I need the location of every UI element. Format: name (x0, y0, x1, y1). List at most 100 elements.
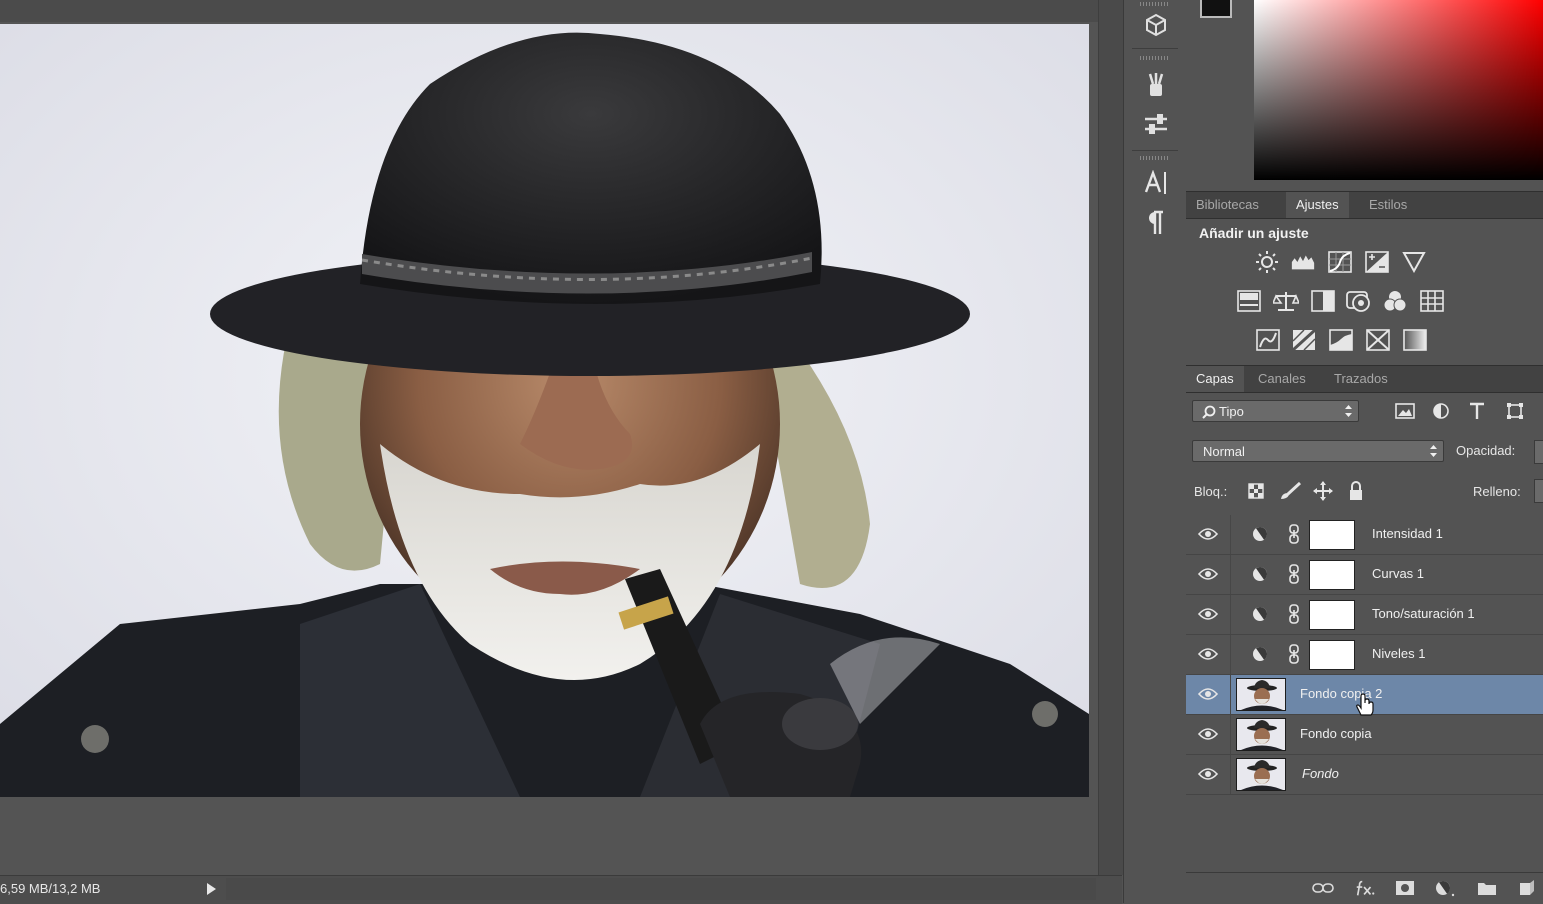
fx-icon[interactable] (1354, 879, 1376, 897)
layer-mask-thumbnail[interactable] (1309, 560, 1355, 590)
layer-divider (1230, 595, 1231, 634)
layer-row-selected[interactable]: Fondo copia 2 (1186, 675, 1543, 716)
layer-row[interactable]: Tono/saturación 1 (1186, 595, 1543, 635)
link-layers-icon[interactable] (1312, 879, 1334, 897)
layer-row[interactable]: Curvas 1 (1186, 555, 1543, 595)
fill-label: Relleno: (1473, 484, 1521, 499)
layer-mask-thumbnail[interactable] (1309, 600, 1355, 630)
layer-name[interactable]: Curvas 1 (1372, 566, 1424, 581)
blend-mode-select[interactable]: Normal (1192, 440, 1444, 462)
layer-name[interactable]: Fondo copia (1300, 726, 1372, 741)
layer-thumbnail[interactable] (1236, 678, 1286, 711)
status-bar: 6,59 MB/13,2 MB (0, 875, 1122, 904)
fill-field[interactable] (1534, 479, 1543, 503)
layer-name[interactable]: Tono/saturación 1 (1372, 606, 1475, 621)
gradient-map-icon[interactable] (1402, 328, 1428, 352)
filter-pixel-icon[interactable] (1394, 400, 1416, 422)
visibility-eye-icon[interactable] (1198, 727, 1218, 741)
hand-cursor-icon (1356, 693, 1374, 716)
dock-grip[interactable] (1140, 156, 1170, 160)
filter-shape-icon[interactable] (1504, 400, 1526, 422)
adjustment-layer-icon[interactable] (1252, 566, 1268, 582)
tab-estilos[interactable]: Estilos (1359, 192, 1417, 218)
lock-all-icon[interactable] (1345, 480, 1367, 502)
tab-capas[interactable]: Capas (1186, 366, 1244, 392)
layer-divider (1230, 635, 1231, 674)
adjustment-layer-icon[interactable] (1252, 606, 1268, 622)
color-lookup-icon[interactable] (1419, 289, 1445, 313)
visibility-eye-icon[interactable] (1198, 647, 1218, 661)
black-white-icon[interactable] (1310, 289, 1336, 313)
vibrance-icon[interactable] (1401, 250, 1427, 274)
layer-thumbnail[interactable] (1236, 718, 1286, 751)
layer-filter-row: Tipo (1186, 400, 1543, 424)
document-canvas-area[interactable] (0, 0, 1098, 875)
visibility-eye-icon[interactable] (1198, 527, 1218, 541)
tab-canales[interactable]: Canales (1248, 366, 1316, 392)
brush-presets-icon[interactable] (1140, 70, 1172, 100)
visibility-eye-icon[interactable] (1198, 687, 1218, 701)
filter-adjustment-icon[interactable] (1430, 400, 1452, 422)
dock-grip[interactable] (1140, 2, 1170, 6)
lock-paint-icon[interactable] (1280, 480, 1302, 502)
mask-link-icon[interactable] (1288, 604, 1300, 624)
levels-icon[interactable] (1290, 250, 1316, 274)
layer-name[interactable]: Fondo (1302, 766, 1339, 781)
character-icon[interactable] (1140, 168, 1172, 198)
layer-name[interactable]: Intensidad 1 (1372, 526, 1443, 541)
color-picker-field[interactable] (1254, 0, 1543, 180)
channel-mixer-icon[interactable] (1382, 289, 1408, 313)
visibility-eye-icon[interactable] (1198, 607, 1218, 621)
visibility-eye-icon[interactable] (1198, 567, 1218, 581)
lock-transparency-icon[interactable] (1245, 480, 1267, 502)
new-group-icon[interactable] (1476, 879, 1498, 897)
invert-icon[interactable] (1255, 328, 1281, 352)
adjustment-layer-icon[interactable] (1252, 646, 1268, 662)
new-layer-icon[interactable] (1516, 879, 1538, 897)
vertical-scrollbar[interactable] (1098, 0, 1123, 875)
foreground-color-swatch[interactable] (1200, 0, 1232, 18)
photo-filter-icon[interactable] (1346, 289, 1372, 313)
3d-icon[interactable] (1140, 10, 1172, 40)
selective-color-icon[interactable] (1365, 328, 1391, 352)
layer-row[interactable]: Fondo copia (1186, 715, 1543, 755)
document-image[interactable] (0, 24, 1089, 797)
status-menu-arrow-icon[interactable] (207, 883, 216, 895)
mask-link-icon[interactable] (1288, 564, 1300, 584)
hue-saturation-icon[interactable] (1236, 289, 1262, 313)
layer-row[interactable]: Fondo (1186, 755, 1543, 795)
layer-mask-thumbnail[interactable] (1309, 640, 1355, 670)
document-top-strip (0, 0, 1098, 22)
threshold-icon[interactable] (1328, 328, 1354, 352)
exposure-icon[interactable] (1364, 250, 1390, 274)
dock-separator (1132, 48, 1178, 49)
add-mask-icon[interactable] (1394, 879, 1416, 897)
layer-row[interactable]: Intensidad 1 (1186, 515, 1543, 555)
layer-row[interactable]: Niveles 1 (1186, 635, 1543, 675)
blend-mode-row: Normal Opacidad: (1186, 440, 1543, 464)
new-adjustment-icon[interactable] (1434, 879, 1456, 897)
mask-link-icon[interactable] (1288, 524, 1300, 544)
tab-bibliotecas[interactable]: Bibliotecas (1186, 192, 1269, 218)
layer-thumbnail[interactable] (1236, 758, 1286, 791)
curves-icon[interactable] (1327, 250, 1353, 274)
horizontal-scrollbar[interactable] (226, 878, 1096, 900)
lock-position-icon[interactable] (1312, 480, 1334, 502)
tab-ajustes[interactable]: Ajustes (1286, 192, 1349, 218)
color-balance-icon[interactable] (1273, 289, 1299, 313)
dock-grip[interactable] (1140, 56, 1170, 60)
layer-filter-select[interactable]: Tipo (1192, 400, 1359, 422)
adjust-sliders-icon[interactable] (1140, 110, 1172, 140)
tab-trazados[interactable]: Trazados (1324, 366, 1398, 392)
posterize-icon[interactable] (1291, 328, 1317, 352)
opacity-field[interactable] (1534, 440, 1543, 464)
layer-name[interactable]: Niveles 1 (1372, 646, 1425, 661)
paragraph-icon[interactable] (1140, 208, 1172, 238)
mask-link-icon[interactable] (1288, 644, 1300, 664)
adjustment-layer-icon[interactable] (1252, 526, 1268, 542)
layer-mask-thumbnail[interactable] (1309, 520, 1355, 550)
visibility-eye-icon[interactable] (1198, 767, 1218, 781)
filter-type-icon[interactable] (1466, 400, 1488, 422)
brightness-icon[interactable] (1254, 250, 1280, 274)
layer-divider (1230, 515, 1231, 554)
